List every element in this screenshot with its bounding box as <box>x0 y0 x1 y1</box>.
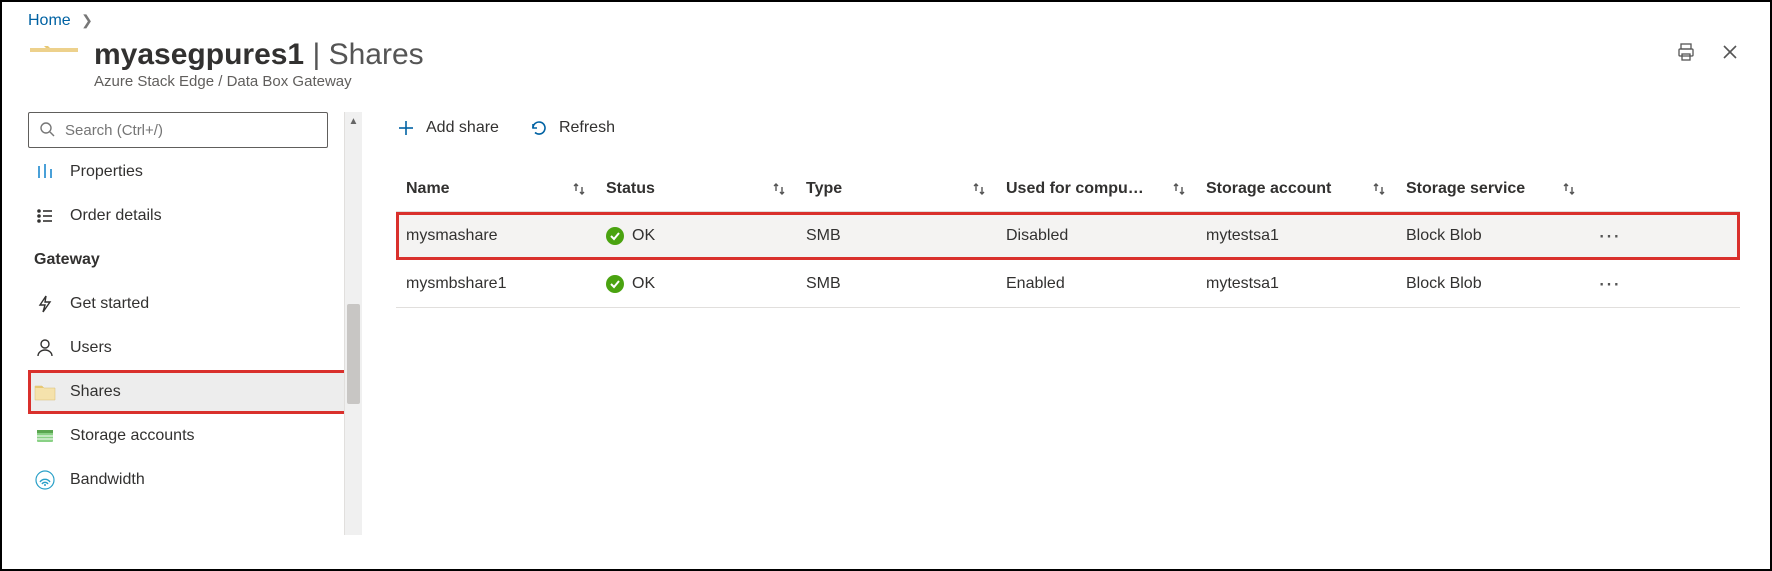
sidebar-item-properties[interactable]: Properties <box>28 150 362 194</box>
sidebar-item-shares[interactable]: Shares <box>28 370 360 414</box>
sidebar-group-gateway: Gateway <box>28 238 362 282</box>
refresh-button[interactable]: Refresh <box>529 118 615 138</box>
cell-name: mysmashare <box>396 227 596 245</box>
sidebar-item-bandwidth[interactable]: Bandwidth <box>28 458 362 502</box>
cell-name: mysmbshare1 <box>396 275 596 293</box>
cell-service: Block Blob <box>1396 227 1586 245</box>
column-header-status[interactable]: Status <box>596 180 796 198</box>
sidebar-item-label: Order details <box>70 207 162 225</box>
cell-status: OK <box>596 227 796 245</box>
page-subtitle: Azure Stack Edge / Data Box Gateway <box>94 73 424 90</box>
sort-icon[interactable] <box>1172 182 1186 196</box>
status-ok-icon <box>606 275 624 293</box>
sidebar-item-storage-accounts[interactable]: Storage accounts <box>28 414 362 458</box>
search-input[interactable] <box>28 112 328 148</box>
column-header-service[interactable]: Storage service <box>1396 180 1586 198</box>
column-header-name[interactable]: Name <box>396 180 596 198</box>
sidebar-item-get-started[interactable]: Get started <box>28 282 362 326</box>
row-more-button[interactable]: ⋯ <box>1586 223 1634 249</box>
table-row[interactable]: mysmbshare1 OK SMB Enabled mytestsa1 Blo… <box>396 260 1740 308</box>
search-icon <box>39 121 55 140</box>
sidebar-item-label: Bandwidth <box>70 471 145 489</box>
cell-service: Block Blob <box>1396 275 1586 293</box>
chevron-right-icon: ❯ <box>81 12 93 28</box>
main-content: Add share Refresh Name Status <box>362 98 1770 535</box>
status-ok-icon <box>606 227 624 245</box>
cell-account: mytestsa1 <box>1196 227 1396 245</box>
cell-compute: Disabled <box>996 227 1196 245</box>
close-button[interactable] <box>1716 38 1744 66</box>
sidebar-item-label: Shares <box>70 383 121 401</box>
folder-icon <box>34 383 56 401</box>
cell-type: SMB <box>796 275 996 293</box>
table-row[interactable]: mysmashare OK SMB Disabled mytestsa1 Blo… <box>396 212 1740 260</box>
search-field[interactable] <box>63 121 317 140</box>
breadcrumb-home[interactable]: Home <box>28 12 71 29</box>
table-header: Name Status Type Used for compu… Storage… <box>396 166 1740 212</box>
cell-type: SMB <box>796 227 996 245</box>
sort-icon[interactable] <box>1562 182 1576 196</box>
scroll-up-icon[interactable]: ▲ <box>345 112 362 130</box>
sidebar-item-label: Properties <box>70 163 143 181</box>
page-header: myasegpures1 | Shares Azure Stack Edge /… <box>2 34 1770 98</box>
page-title: myasegpures1 | Shares <box>94 38 424 71</box>
column-header-type[interactable]: Type <box>796 180 996 198</box>
sidebar-item-label: Get started <box>70 295 149 313</box>
cell-account: mytestsa1 <box>1196 275 1396 293</box>
cell-status: OK <box>596 275 796 293</box>
breadcrumb: Home ❯ <box>2 2 1770 34</box>
sort-icon[interactable] <box>772 182 786 196</box>
add-share-button[interactable]: Add share <box>396 118 499 138</box>
storage-icon <box>34 426 56 446</box>
row-more-button[interactable]: ⋯ <box>1586 271 1634 297</box>
toolbar: Add share Refresh <box>396 112 1740 144</box>
wifi-icon <box>34 470 56 490</box>
lightning-icon <box>34 294 56 314</box>
sidebar-scrollbar[interactable]: ▲ <box>344 112 362 535</box>
shares-table: Name Status Type Used for compu… Storage… <box>396 166 1740 308</box>
folder-icon <box>28 38 80 84</box>
print-button[interactable] <box>1672 38 1700 66</box>
toolbar-label: Add share <box>426 119 499 137</box>
plus-icon <box>396 118 416 138</box>
sidebar-item-order-details[interactable]: Order details <box>28 194 362 238</box>
sidebar-item-users[interactable]: Users <box>28 326 362 370</box>
sidebar-item-label: Storage accounts <box>70 427 195 445</box>
sort-icon[interactable] <box>972 182 986 196</box>
refresh-icon <box>529 118 549 138</box>
sidebar-item-label: Users <box>70 339 112 357</box>
user-icon <box>34 338 56 358</box>
properties-icon <box>34 162 56 182</box>
cell-compute: Enabled <box>996 275 1196 293</box>
column-header-account[interactable]: Storage account <box>1196 180 1396 198</box>
toolbar-label: Refresh <box>559 119 615 137</box>
column-header-compute[interactable]: Used for compu… <box>996 180 1196 198</box>
list-icon <box>34 206 56 226</box>
scroll-thumb[interactable] <box>347 304 360 404</box>
sidebar: « Properties Order details Gateway <box>2 98 362 535</box>
sort-icon[interactable] <box>572 182 586 196</box>
sort-icon[interactable] <box>1372 182 1386 196</box>
